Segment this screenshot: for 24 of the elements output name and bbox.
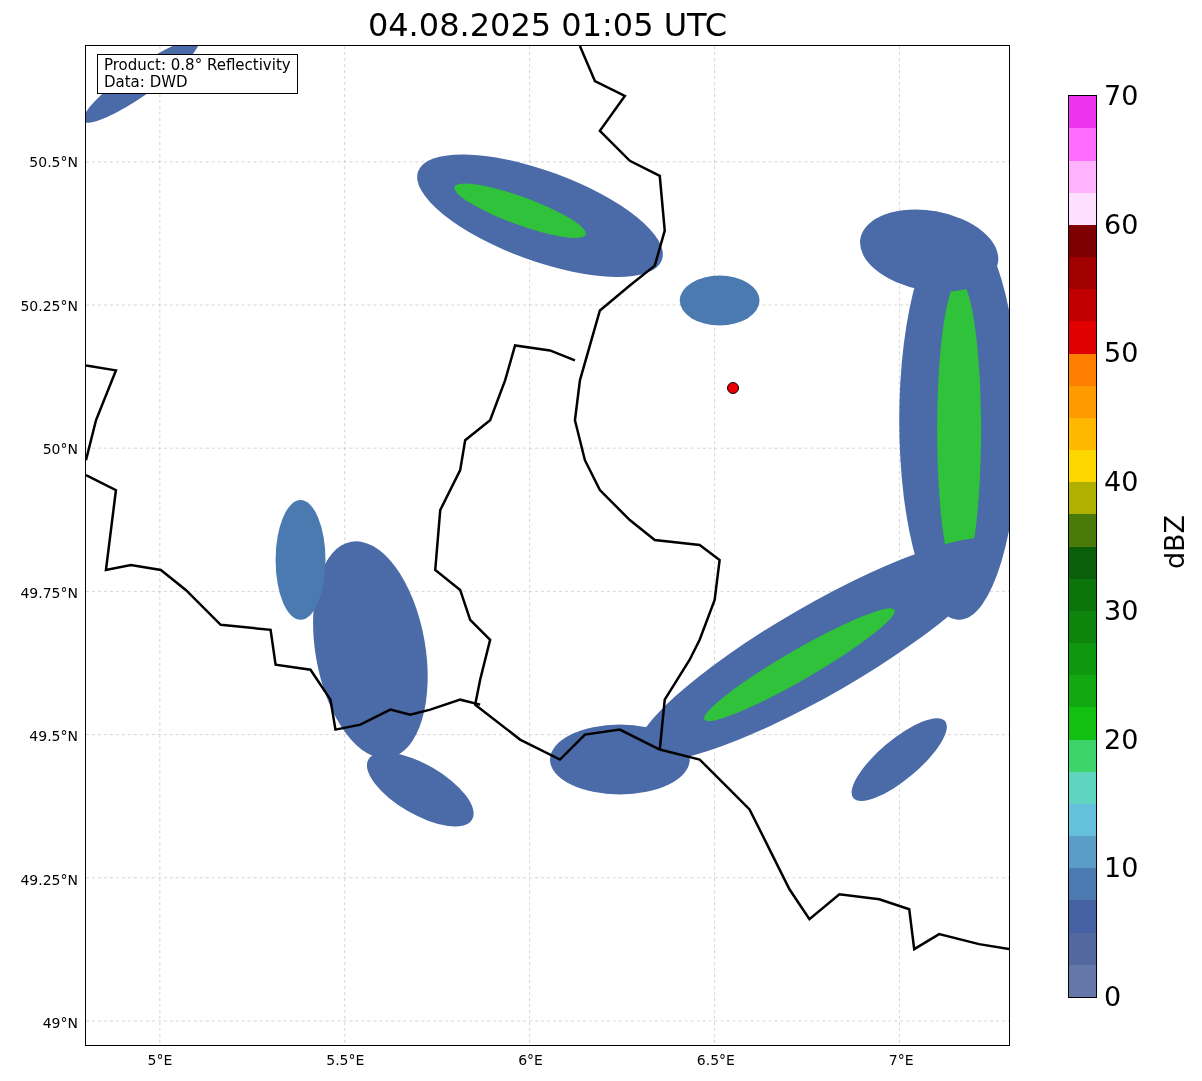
longitude-label: 6°E [517,1051,544,1069]
colorbar-tick-label: 0 [1104,982,1122,1012]
longitude-label: 6.5°E [695,1051,736,1069]
colorbar-tick-label: 20 [1104,724,1139,755]
info-text: Data: DWD [104,74,189,91]
colorbar-tick-label: 40 [1104,467,1139,498]
colorbar-tick-label: 30 [1104,595,1139,626]
latitude-label: 50.25°N [19,297,78,314]
colorbar-label: dBZ [1160,514,1191,570]
colorbar-tick-label: 10 [1104,853,1139,884]
latitude-label: 50°N [41,441,78,457]
latitude-label: 49.5°N [28,728,78,744]
latitude-label: 49.75°N [19,584,78,601]
colorbar-tick-label: 50 [1104,338,1139,369]
latitude-label: 49°N [41,1015,78,1031]
chart-title: 04.08.2025 01:05 UTC [367,5,728,45]
colorbar-tick-label: 60 [1104,209,1139,240]
colorbar-tick-label: 70 [1104,81,1139,111]
longitude-label: 5.5°E [325,1051,366,1069]
latitude-label: 50.5°N [28,154,78,170]
longitude-label: 7°E [887,1051,915,1069]
latitude-label: 49.25°N [19,871,78,888]
longitude-label: 5°E [146,1051,174,1069]
info-text: Product: 0.8° Reflectivity [104,57,291,74]
